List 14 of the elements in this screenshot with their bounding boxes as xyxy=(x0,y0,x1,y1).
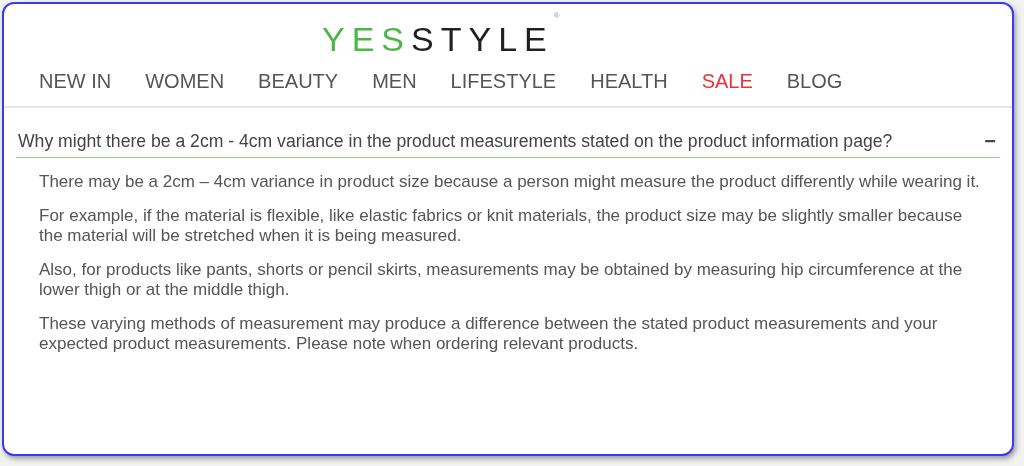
answer-paragraph: There may be a 2cm – 4cm variance in product size because a person might measure the product differently while wearing it. xyxy=(39,172,981,193)
nav-link[interactable]: SALE xyxy=(701,67,753,106)
nav-link[interactable]: LIFESTYLE xyxy=(450,67,557,106)
answer-paragraph: Also, for products like pants, shorts or pencil skirts, measurements may be obtained by measuring hip circumference at the lower thigh or at the middle thigh. xyxy=(39,260,964,301)
nav-link[interactable]: BEAUTY xyxy=(258,67,339,106)
nav-link[interactable]: WOMEN xyxy=(145,67,225,106)
nav-link[interactable]: MEN xyxy=(372,67,417,106)
answer-paragraph: These varying methods of measurement may produce a difference between the stated product measurements and your expected product measurements. Please note when ordering relevant products. xyxy=(39,314,939,355)
nav-link[interactable]: NEW IN xyxy=(39,67,112,106)
nav-link[interactable]: HEALTH xyxy=(590,67,668,106)
collapse-toggle[interactable]: − xyxy=(982,131,998,152)
answer-paragraph: For example, if the material is flexible, like elastic fabrics or knit materials, the product size may be slightly smaller because the material will be stretched when it is being measured. xyxy=(39,206,964,247)
faq-question[interactable]: Why might there be a 2cm - 4cm variance in the product measurements stated on the product information page? xyxy=(18,128,893,155)
nav-link[interactable]: BLOG xyxy=(786,67,843,106)
